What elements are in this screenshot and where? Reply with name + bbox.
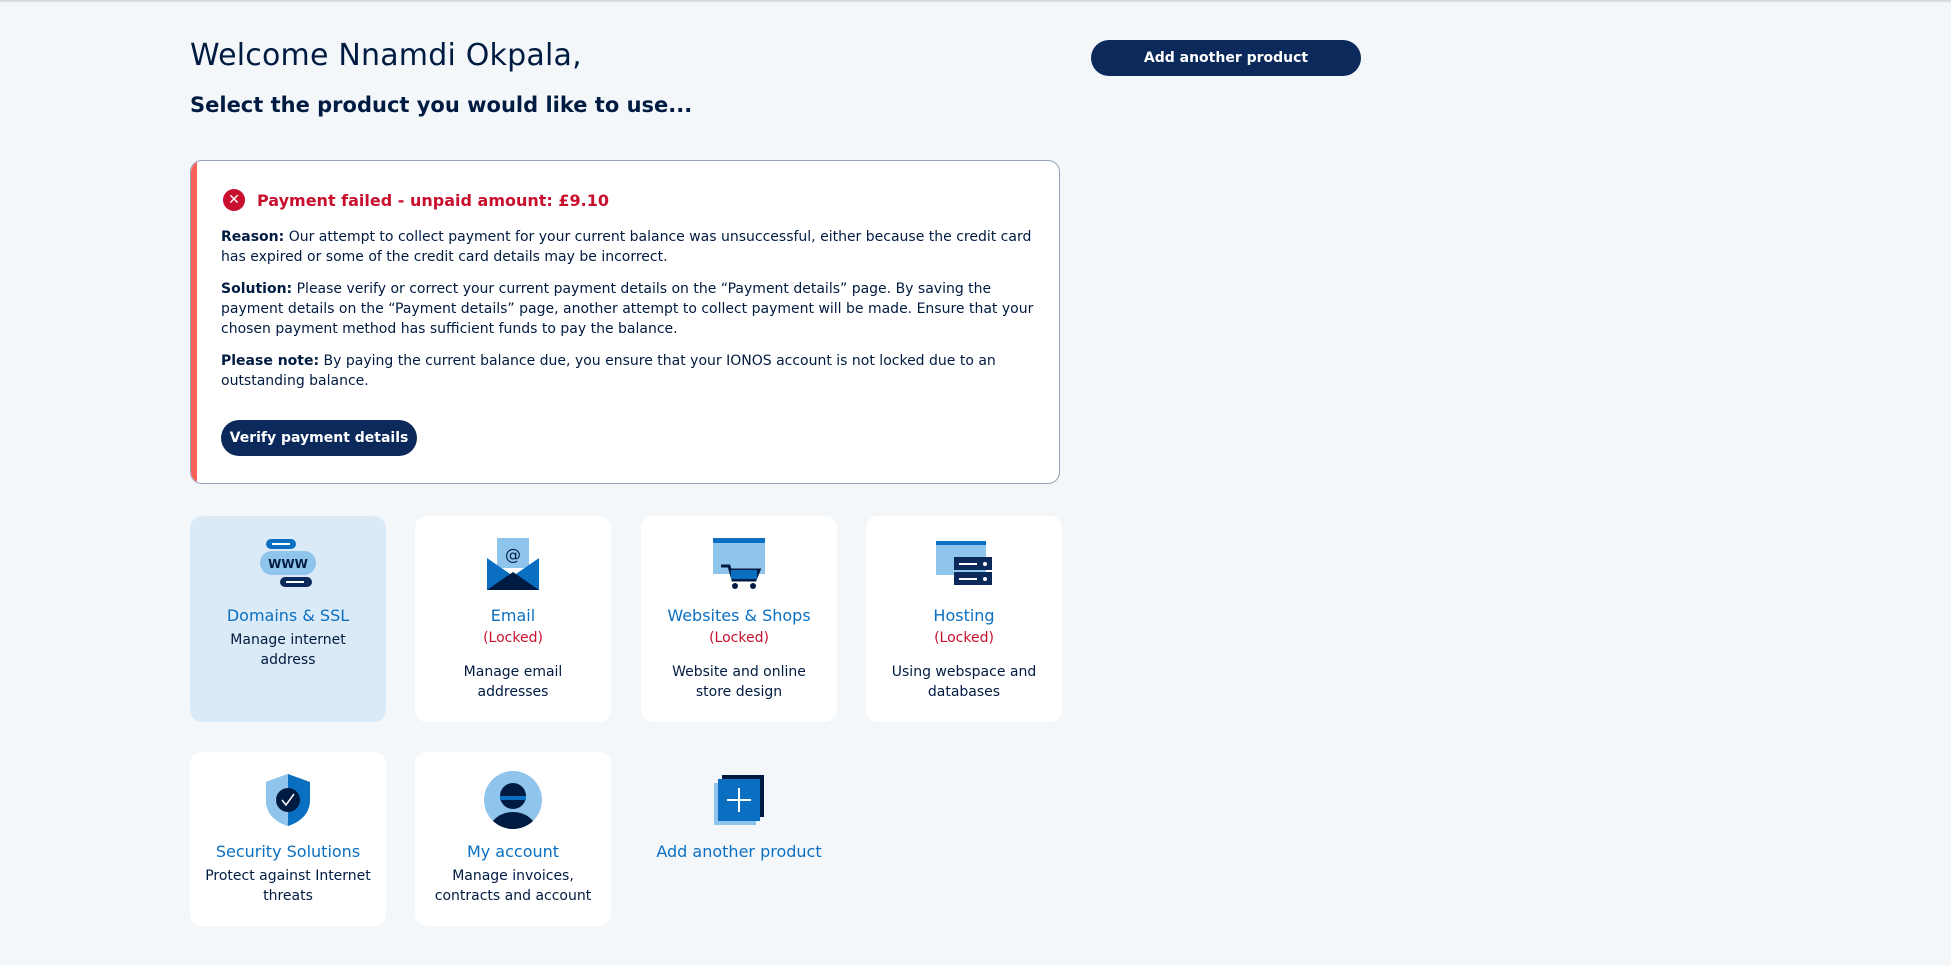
locked-label: (Locked) — [709, 630, 769, 646]
tile-description: Website and online store design — [672, 664, 806, 700]
server-hosting-icon — [866, 536, 1062, 592]
shopping-cart-icon — [641, 536, 837, 592]
user-account-icon — [415, 771, 611, 829]
tile-description: Manage email addresses — [463, 664, 563, 700]
tile-description: Manage internet address — [230, 632, 346, 668]
tile-add-another-product[interactable]: Add another product — [641, 752, 837, 926]
tile-title: Add another product — [656, 842, 822, 861]
page-subtitle: Select the product you would like to use… — [190, 93, 693, 117]
svg-text:WWW: WWW — [268, 557, 308, 571]
alert-accent-bar — [191, 161, 197, 483]
locked-label: (Locked) — [934, 630, 994, 646]
add-another-product-button[interactable]: Add another product — [1091, 40, 1361, 76]
page-title: Welcome Nnamdi Okpala, — [190, 38, 582, 73]
tile-websites-shops[interactable]: Websites & Shops (Locked) Website and on… — [641, 516, 837, 722]
reason-label: Reason: — [221, 229, 285, 245]
alert-reason: Reason: Our attempt to collect payment f… — [221, 227, 1036, 267]
tile-description: Using webspace and databases — [891, 664, 1037, 700]
tile-email[interactable]: @ Email (Locked) Manage email addresses — [415, 516, 611, 722]
top-shadow — [0, 0, 1951, 3]
add-product-icon — [641, 772, 837, 828]
tile-title: Hosting — [933, 606, 995, 625]
tile-title: Security Solutions — [215, 842, 361, 861]
tile-title: Email — [490, 606, 536, 625]
payment-failed-alert: ✕ Payment failed - unpaid amount: £9.10 … — [190, 160, 1060, 484]
solution-label: Solution: — [221, 281, 293, 297]
solution-text: Please verify or correct your current pa… — [221, 281, 1034, 337]
tile-description: Manage invoices, contracts and account — [434, 868, 592, 904]
reason-text: Our attempt to collect payment for your … — [221, 229, 1032, 265]
www-domain-icon: WWW — [190, 536, 386, 592]
note-text: By paying the current balance due, you e… — [221, 353, 996, 389]
alert-solution: Solution: Please verify or correct your … — [221, 279, 1036, 339]
alert-note: Please note: By paying the current balan… — [221, 351, 1036, 391]
svg-text:@: @ — [505, 545, 521, 564]
alert-body: Reason: Our attempt to collect payment f… — [221, 227, 1036, 403]
alert-header: ✕ Payment failed - unpaid amount: £9.10 — [223, 189, 609, 211]
tile-security-solutions[interactable]: Security Solutions Protect against Inter… — [190, 752, 386, 926]
tile-title: Websites & Shops — [667, 606, 811, 625]
tile-title: My account — [466, 842, 560, 861]
email-envelope-icon: @ — [415, 536, 611, 592]
tile-description: Protect against Internet threats — [205, 868, 371, 904]
tile-domains-ssl[interactable]: WWW Domains & SSL Manage internet addres… — [190, 516, 386, 722]
alert-title: Payment failed - unpaid amount: £9.10 — [257, 190, 609, 210]
verify-payment-details-button[interactable]: Verify payment details — [221, 420, 417, 456]
shield-check-icon — [190, 772, 386, 828]
error-icon: ✕ — [223, 189, 245, 211]
tile-hosting[interactable]: Hosting (Locked) Using webspace and data… — [866, 516, 1062, 722]
note-label: Please note: — [221, 353, 320, 369]
tile-title: Domains & SSL — [226, 606, 350, 625]
locked-label: (Locked) — [483, 630, 543, 646]
tile-my-account[interactable]: My account Manage invoices, contracts an… — [415, 752, 611, 926]
